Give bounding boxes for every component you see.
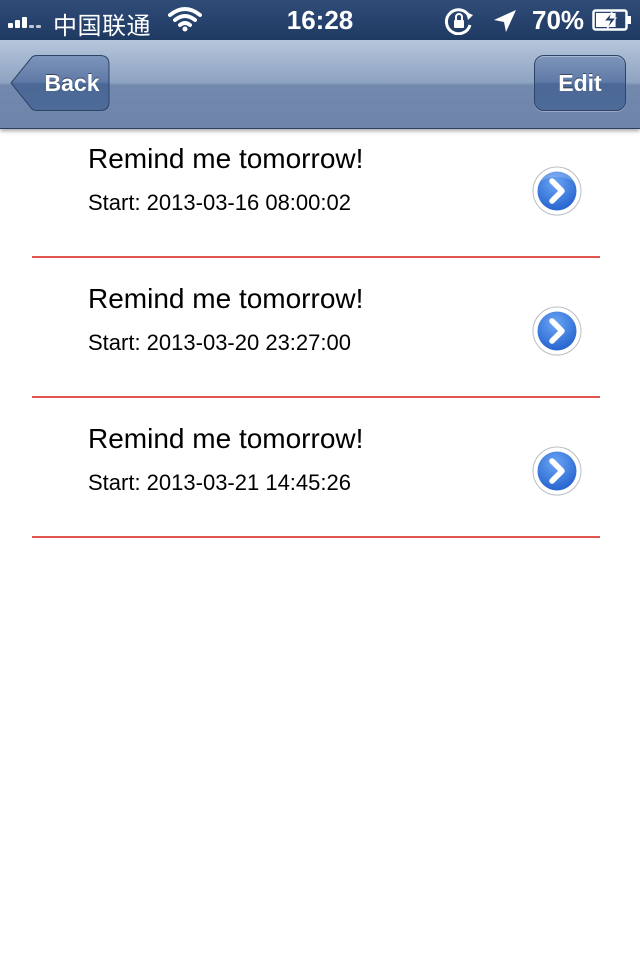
edit-button[interactable]: Edit <box>534 55 626 111</box>
back-button-label: Back <box>44 70 100 96</box>
reminder-row[interactable]: Remind me tomorrow! Start: 2013-03-20 23… <box>0 268 640 408</box>
reminder-start-time: Start: 2013-03-16 08:00:02 <box>88 190 351 215</box>
reminder-start-time: Start: 2013-03-21 14:45:26 <box>88 470 351 495</box>
reminder-title: Remind me tomorrow! <box>88 283 364 314</box>
status-bar: 中国联通 16:28 70% <box>0 0 640 40</box>
rotation-lock-icon <box>444 8 473 35</box>
detail-disclosure-icon[interactable] <box>531 165 583 217</box>
reminder-title: Remind me tomorrow! <box>88 143 364 174</box>
battery-charging-icon <box>592 9 631 31</box>
reminder-row[interactable]: Remind me tomorrow! Start: 2013-03-21 14… <box>0 408 640 548</box>
back-button[interactable]: Back <box>10 55 110 111</box>
battery-percentage: 70% <box>532 5 585 35</box>
row-divider <box>32 536 600 538</box>
row-divider <box>32 396 600 398</box>
detail-disclosure-icon[interactable] <box>531 305 583 357</box>
reminder-row[interactable]: Remind me tomorrow! Start: 2013-03-16 08… <box>0 128 640 268</box>
reminder-title: Remind me tomorrow! <box>88 423 364 454</box>
location-arrow-icon <box>494 10 516 32</box>
row-divider <box>32 256 600 258</box>
navigation-bar: Back Edit <box>0 40 640 129</box>
reminder-start-time: Start: 2013-03-20 23:27:00 <box>88 330 351 355</box>
detail-disclosure-icon[interactable] <box>531 445 583 497</box>
